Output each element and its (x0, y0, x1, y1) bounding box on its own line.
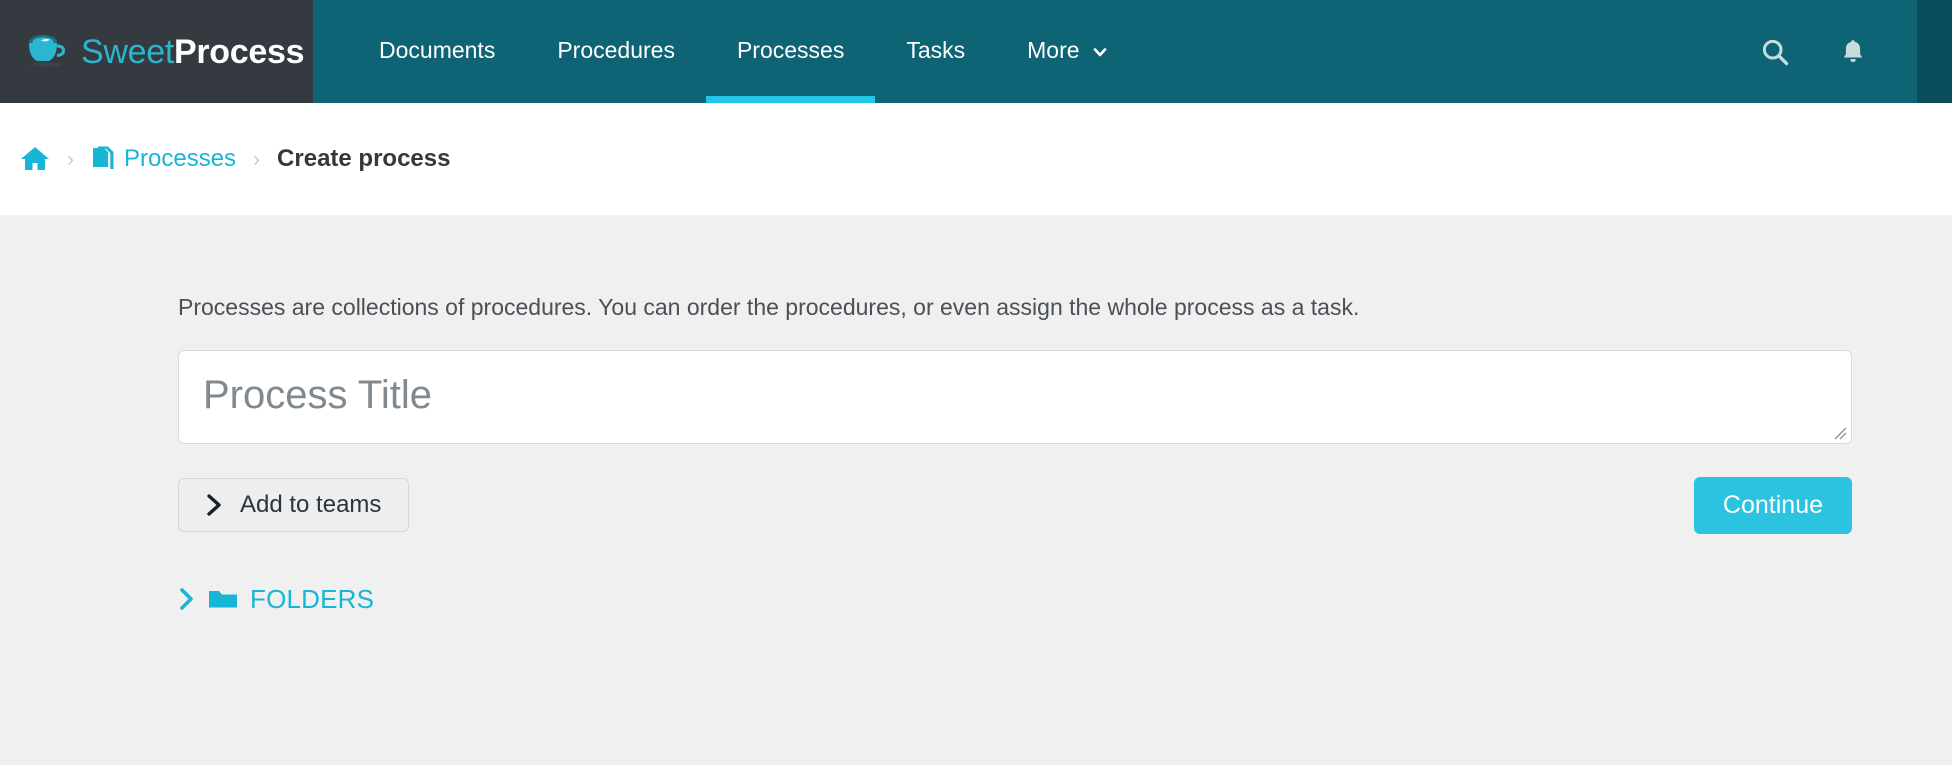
breadcrumb-processes-label: Processes (124, 145, 237, 172)
nav-item-tasks-label: Tasks (906, 37, 966, 63)
main-content: Processes are collections of procedures.… (0, 215, 1952, 765)
nav-item-more-label: More (1027, 37, 1080, 63)
nav-item-documents[interactable]: Documents (348, 0, 526, 103)
chevron-right-icon (207, 494, 221, 517)
bell-icon (1843, 39, 1863, 62)
brand-block: SweetProcess (0, 0, 313, 103)
page-description: Processes are collections of procedures.… (178, 294, 1360, 320)
continue-button[interactable]: Continue (1693, 476, 1852, 534)
search-icon (1762, 39, 1789, 65)
logo-text: SweetProcess (81, 32, 305, 71)
nav-item-procedures-label: Procedures (557, 37, 675, 63)
process-title-field-wrap (178, 349, 1852, 444)
breadcrumb-separator-1: › (67, 147, 74, 171)
breadcrumb-processes-link[interactable]: Processes (91, 145, 236, 173)
breadcrumb-bar: › Processes › Create process (0, 103, 1952, 215)
folder-icon (209, 591, 237, 608)
documents-copy-icon (93, 146, 114, 169)
nav-item-documents-label: Documents (379, 37, 496, 63)
folders-toggle[interactable]: FOLDERS (178, 584, 374, 615)
breadcrumb-current-page: Create process (277, 145, 451, 172)
breadcrumb: › Processes › Create process (20, 145, 450, 173)
add-to-teams-label: Add to teams (240, 491, 382, 519)
nav-item-processes-label: Processes (736, 37, 845, 63)
nav-item-procedures[interactable]: Procedures (526, 0, 706, 103)
breadcrumb-separator-2: › (253, 147, 261, 171)
logo-text-process: Process (174, 32, 305, 71)
breadcrumb-home-link[interactable] (20, 145, 50, 173)
chevron-right-icon (180, 588, 193, 611)
nav-item-more[interactable]: More (996, 0, 1137, 103)
nav-items: Documents Procedures Processes Tasks Mor… (313, 0, 1952, 103)
search-button[interactable] (1758, 35, 1792, 69)
process-title-input[interactable] (178, 349, 1852, 444)
add-to-teams-button[interactable]: Add to teams (178, 478, 410, 533)
coffee-cup-icon (29, 34, 65, 67)
home-icon (21, 147, 49, 170)
notifications-button[interactable] (1836, 35, 1870, 69)
top-navigation-bar: SweetProcess Documents Procedures Proces… (0, 0, 1952, 103)
logo-text-sweet: Sweet (81, 32, 174, 71)
create-process-form: Processes are collections of procedures.… (178, 293, 1852, 616)
form-action-row: Add to teams Continue (178, 476, 1852, 534)
folders-label: FOLDERS (250, 583, 375, 614)
nav-item-processes[interactable]: Processes (705, 0, 876, 103)
nav-right-edge-strip (1917, 0, 1952, 103)
chevron-down-icon (1093, 47, 1106, 56)
nav-item-tasks[interactable]: Tasks (875, 0, 996, 103)
logo-link[interactable]: SweetProcess (24, 31, 305, 73)
